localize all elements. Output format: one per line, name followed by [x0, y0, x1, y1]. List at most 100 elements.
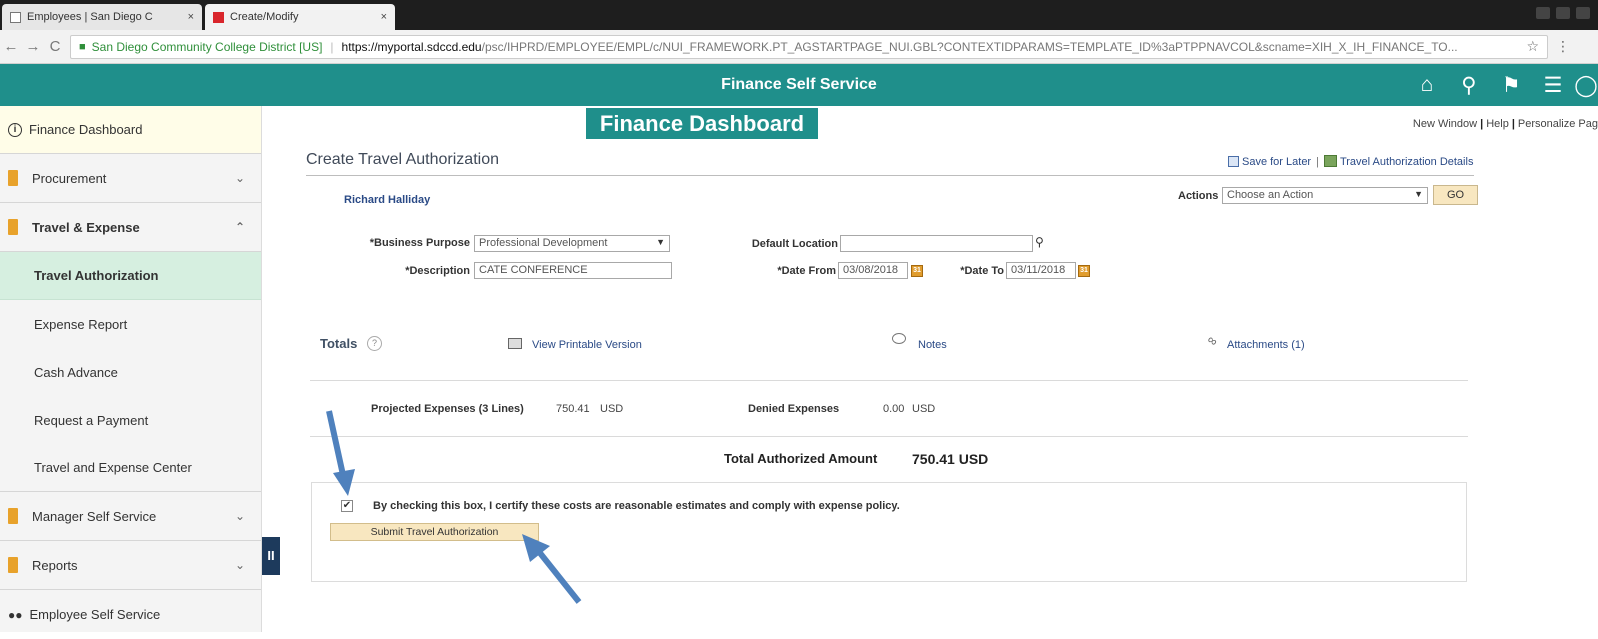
- close-icon[interactable]: ×: [188, 11, 194, 23]
- bookmark-star-icon[interactable]: ☆: [1526, 38, 1539, 55]
- forward-arrow-icon[interactable]: →: [22, 38, 44, 55]
- dropdown-arrow-icon: ▼: [1414, 189, 1423, 199]
- sidebar-item-label: Finance Dashboard: [29, 122, 143, 137]
- folder-icon: [8, 170, 18, 186]
- document-icon: [10, 11, 21, 23]
- app-title: Finance Self Service: [721, 76, 877, 93]
- go-button[interactable]: GO: [1433, 185, 1478, 205]
- page-toplinks: New Window | Help | Personalize Pag: [1412, 118, 1598, 130]
- back-arrow-icon[interactable]: ←: [0, 38, 22, 55]
- personalize-page-link[interactable]: Personalize Pag: [1518, 118, 1598, 130]
- lookup-search-icon[interactable]: ⚲: [1035, 235, 1044, 249]
- business-purpose-label: *Business Purpose: [369, 237, 470, 249]
- maximize-icon[interactable]: [1556, 7, 1570, 19]
- sidebar-item-expense-report[interactable]: Expense Report: [0, 300, 261, 348]
- chevron-down-icon: ⌄: [234, 558, 245, 572]
- save-icon: [1228, 156, 1239, 167]
- folder-icon: [8, 557, 18, 573]
- sidebar-item-travel-authorization[interactable]: Travel Authorization: [0, 252, 261, 300]
- sidebar-item-travel-expense-center[interactable]: Travel and Expense Center: [0, 444, 261, 492]
- sidebar-item-label: Manager Self Service: [32, 508, 157, 524]
- sidebar-item-label: Reports: [32, 557, 78, 573]
- flag-icon[interactable]: ⚑: [1490, 73, 1532, 98]
- browser-menu-icon[interactable]: ⋮: [1556, 38, 1570, 55]
- travel-authorization-details-link[interactable]: Travel Authorization Details: [1340, 156, 1474, 168]
- navbar-icon[interactable]: ◯: [1574, 73, 1598, 98]
- actions-select[interactable]: Choose an Action ▼: [1222, 187, 1428, 204]
- minimize-icon[interactable]: [1536, 7, 1550, 19]
- denied-expenses-value: 0.00: [883, 403, 905, 415]
- submit-travel-authorization-button[interactable]: Submit Travel Authorization: [330, 523, 539, 541]
- employee-name-link[interactable]: Richard Halliday: [344, 194, 430, 206]
- notes-link[interactable]: Notes: [918, 339, 947, 351]
- search-icon[interactable]: ⚲: [1448, 73, 1490, 98]
- url-host: https://myportal.sdccd.edu: [341, 39, 482, 54]
- attachments-link[interactable]: Attachments (1): [1227, 339, 1305, 351]
- denied-expenses-label: Denied Expenses: [748, 403, 840, 415]
- save-links: Save for Later | Travel Authorization Deta…: [1228, 155, 1473, 168]
- sidebar-item-request-payment[interactable]: Request a Payment: [0, 396, 261, 444]
- save-for-later-link[interactable]: Save for Later: [1242, 156, 1311, 168]
- sidebar-item-label: Employee Self Service: [29, 607, 161, 622]
- folder-icon: [8, 508, 18, 524]
- actions-label: Actions: [1178, 190, 1219, 202]
- sidebar-item-cash-advance[interactable]: Cash Advance: [0, 348, 261, 396]
- collapse-sidebar-button[interactable]: II: [262, 537, 280, 575]
- divider: [310, 436, 1468, 437]
- browser-tab-employees[interactable]: Employees | San Diego C ×: [2, 4, 202, 30]
- calendar-icon[interactable]: 31: [1078, 265, 1090, 277]
- certify-checkbox[interactable]: ✔: [341, 500, 353, 512]
- business-purpose-select[interactable]: Professional Development ▼: [474, 235, 670, 252]
- people-icon: ●●: [8, 607, 23, 622]
- close-icon[interactable]: ×: [381, 11, 387, 23]
- sidebar-item-label: Request a Payment: [34, 412, 149, 428]
- secure-site-label: San Diego Community College District [US…: [91, 39, 323, 54]
- tab-label: Employees | San Diego C: [27, 11, 153, 23]
- business-purpose-value: Professional Development: [479, 237, 608, 249]
- total-authorized-value: 750.41 USD: [912, 451, 989, 467]
- url-separator: |: [330, 39, 334, 54]
- sidebar-item-label: Procurement: [32, 170, 107, 186]
- sidebar-item-procurement[interactable]: Procurement ⌄: [0, 154, 261, 203]
- info-icon: i: [8, 122, 22, 137]
- description-input[interactable]: CATE CONFERENCE: [474, 262, 672, 279]
- url-field[interactable]: ■ San Diego Community College District […: [70, 34, 1548, 59]
- default-location-input[interactable]: [840, 235, 1033, 252]
- help-icon[interactable]: ?: [367, 336, 382, 351]
- view-printable-version-link[interactable]: View Printable Version: [532, 339, 642, 351]
- sidebar-item-label: Expense Report: [34, 316, 128, 332]
- new-window-link[interactable]: New Window: [1413, 118, 1477, 130]
- help-link[interactable]: Help: [1486, 118, 1509, 130]
- denied-expenses-currency: USD: [912, 403, 936, 415]
- home-icon[interactable]: ⌂: [1406, 73, 1448, 97]
- tab-label: Create/Modify: [230, 11, 299, 23]
- date-to-input[interactable]: 03/11/2018: [1006, 262, 1076, 279]
- total-authorized-label: Total Authorized Amount: [724, 451, 878, 466]
- actions-select-value: Choose an Action: [1227, 189, 1314, 201]
- url-path: /psc/IHPRD/EMPLOYEE/EMPL/c/NUI_FRAMEWORK…: [481, 39, 1458, 54]
- description-label: *Description: [405, 265, 470, 277]
- page-title: Create Travel Authorization: [306, 151, 499, 168]
- totals-label: Totals: [320, 336, 358, 351]
- reload-icon[interactable]: C: [44, 38, 66, 55]
- chevron-up-icon: ⌃: [234, 220, 245, 234]
- browser-address-bar: ← → C ■ San Diego Community College Dist…: [0, 30, 1598, 64]
- sidebar-item-reports[interactable]: Reports ⌄: [0, 541, 261, 590]
- calendar-icon[interactable]: 31: [911, 265, 923, 277]
- browser-tab-create-modify[interactable]: Create/Modify ×: [205, 4, 395, 30]
- finance-dashboard-banner: Finance Dashboard: [586, 108, 818, 139]
- notes-bubble-icon: [892, 333, 906, 344]
- lock-icon: ■: [79, 40, 86, 53]
- details-icon: [1323, 155, 1337, 167]
- chevron-down-icon: ⌄: [234, 509, 245, 523]
- menu-icon[interactable]: ☰: [1532, 73, 1574, 98]
- sidebar-item-finance-dashboard[interactable]: i Finance Dashboard: [0, 106, 261, 154]
- date-from-input[interactable]: 03/08/2018: [838, 262, 908, 279]
- window-close-icon[interactable]: [1576, 7, 1590, 19]
- dropdown-arrow-icon: ▼: [656, 237, 665, 247]
- projected-expenses-value: 750.41: [556, 403, 590, 415]
- sidebar-item-manager-self-service[interactable]: Manager Self Service ⌄: [0, 492, 261, 541]
- app-header: Finance Self Service ⌂ ⚲ ⚑ ☰ ◯: [0, 64, 1598, 106]
- sidebar-item-travel-expense[interactable]: Travel & Expense ⌃: [0, 203, 261, 252]
- sidebar: i Finance Dashboard Procurement ⌄ Travel…: [0, 106, 262, 632]
